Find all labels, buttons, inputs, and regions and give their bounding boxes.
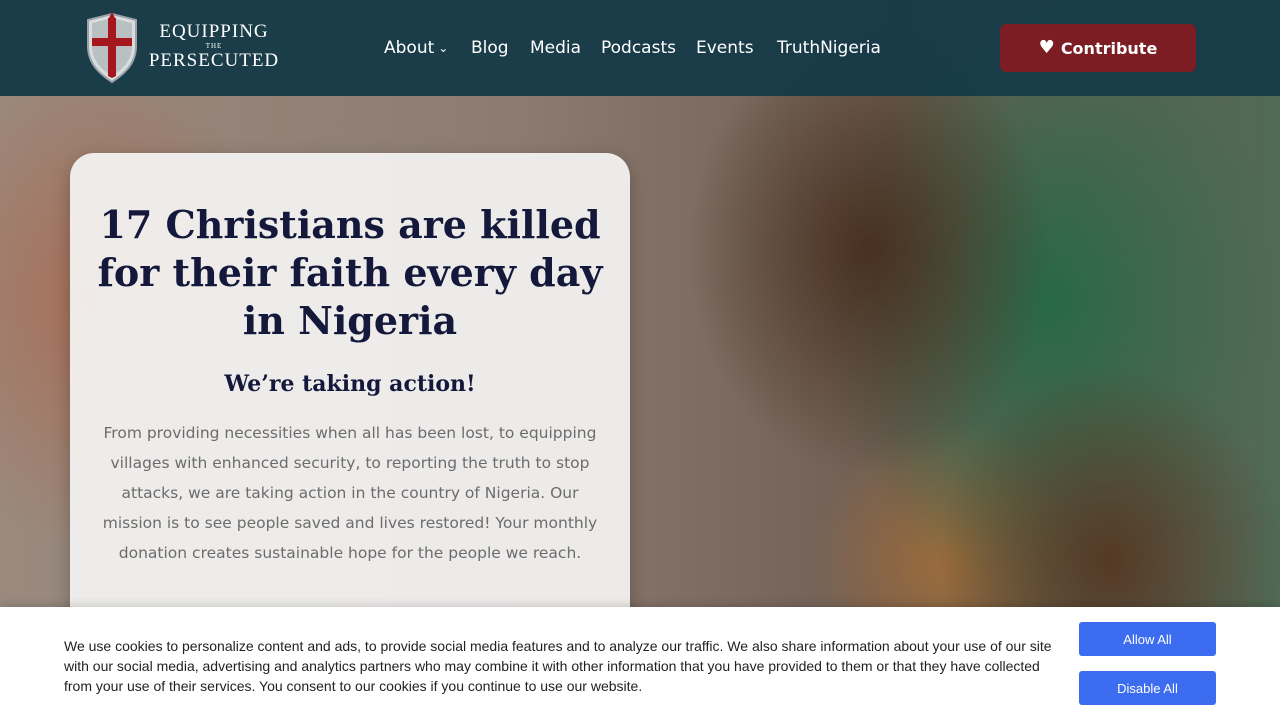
hero-body-text: From providing necessities when all has … (102, 424, 598, 562)
nav-item-truthnigeria[interactable]: TruthNigeria (777, 38, 881, 58)
cookie-banner-text: We use cookies to personalize content an… (64, 638, 1052, 694)
nav-item-blog[interactable]: Blog (471, 38, 509, 58)
nav-label-about: About (384, 38, 435, 58)
allow-all-button[interactable]: Allow All (1079, 622, 1216, 656)
shield-cross-icon (87, 12, 137, 84)
hero-headline: 17 Christians are killed for their faith… (97, 202, 603, 343)
nav-item-podcasts[interactable]: Podcasts (601, 38, 676, 58)
disable-all-button[interactable]: Disable All (1079, 671, 1216, 705)
site-logo[interactable]: EQUIPPING THE PERSECUTED (82, 12, 282, 84)
nav-item-about[interactable]: About ⌄ (384, 38, 448, 58)
chevron-down-icon: ⌄ (438, 41, 449, 55)
logo-wordmark: EQUIPPING THE PERSECUTED (144, 22, 284, 70)
cookie-banner: We use cookies to personalize content an… (0, 607, 1280, 720)
nav-item-events[interactable]: Events (696, 38, 754, 58)
site-header: EQUIPPING THE PERSECUTED About ⌄ Blog Med… (0, 0, 1280, 96)
heart-icon: ♥ (1038, 37, 1055, 58)
contribute-button[interactable]: ♥ Contribute (1000, 24, 1196, 72)
hero-subhead: We’re taking action! (224, 371, 476, 397)
logo-line-the: THE (205, 42, 223, 50)
contribute-label: Contribute (1060, 38, 1158, 58)
hero-card: 17 Christians are killed for their faith… (70, 153, 630, 633)
nav-item-media[interactable]: Media (530, 38, 581, 58)
logo-line-equipping: EQUIPPING (159, 21, 269, 42)
logo-line-persecuted: PERSECUTED (148, 50, 280, 71)
